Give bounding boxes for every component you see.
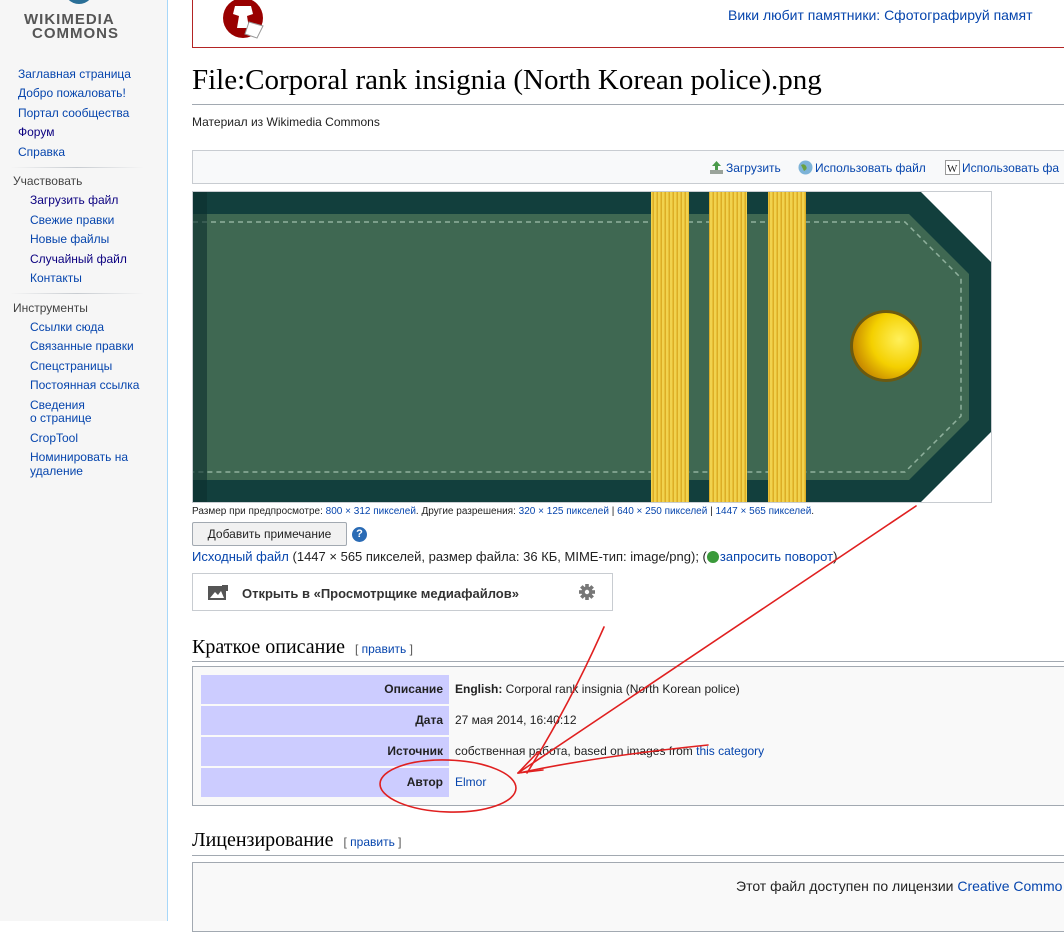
media-viewer-settings-button[interactable] — [563, 573, 613, 611]
license-box: Этот файл доступен по лицензии Creative … — [192, 862, 1064, 932]
license-text-prefix: Этот файл доступен по лицензии — [736, 878, 958, 894]
description-value: English: Corporal rank insignia (North K… — [455, 675, 740, 704]
nav-new-files[interactable]: Новые файлы — [30, 233, 109, 246]
edit-bracket-close: ] — [406, 642, 413, 656]
toolbar-upload-label: Загрузить — [726, 161, 781, 175]
nav-nominate-deletion[interactable]: Номинировать на — [30, 451, 128, 464]
file-information-table: Описание English: Corporal rank insignia… — [192, 666, 1064, 806]
resolution-separator: | — [608, 506, 618, 517]
source-category-link[interactable]: this category — [696, 744, 764, 758]
original-close-paren: ) — [833, 549, 838, 564]
open-media-viewer-button[interactable]: Открыть в «Просмотрщике медиафайлов» — [192, 573, 564, 611]
wikipedia-icon: W — [945, 160, 960, 175]
sidebar: WIKIMEDIA COMMONS Заглавная страница Доб… — [0, 0, 168, 921]
summary-heading: Краткое описание [ править ] — [192, 636, 413, 659]
title-divider — [192, 104, 1064, 105]
nav-random-file[interactable]: Случайный файл — [30, 253, 127, 266]
resolution-link-640[interactable]: 640 × 250 пикселей — [617, 506, 707, 517]
toolbar-use-file[interactable]: Использовать файл — [798, 160, 926, 175]
nav-community-portal[interactable]: Портал сообщества — [18, 107, 129, 120]
commons-globe-icon — [64, 0, 94, 4]
nav-croptool[interactable]: CropTool — [30, 432, 78, 445]
date-key: Дата — [201, 706, 449, 735]
summary-heading-text: Краткое описание — [192, 636, 345, 658]
file-resolution-info: Размер при предпросмотре: 800 × 312 пикс… — [192, 506, 814, 517]
globe-icon — [798, 160, 813, 175]
resolution-link-1447[interactable]: 1447 × 565 пикселей — [715, 506, 811, 517]
help-icon[interactable]: ? — [352, 527, 367, 542]
nav-page-info-line2[interactable]: о странице — [30, 412, 92, 425]
author-key: Автор — [201, 768, 449, 797]
corporal-insignia-graphic — [193, 192, 991, 502]
nav-welcome[interactable]: Добро пожаловать! — [18, 87, 126, 100]
author-link[interactable]: Elmor — [455, 775, 486, 789]
nav-forum[interactable]: Форум — [18, 126, 54, 139]
request-rotation-link[interactable]: запросить поворот — [720, 549, 833, 564]
banner-link[interactable]: Вики любит памятники: Сфотографируй памя… — [728, 7, 1033, 23]
nav-recent-changes[interactable]: Свежие правки — [30, 214, 114, 227]
section-divider — [192, 855, 1064, 856]
nav-help[interactable]: Справка — [18, 146, 65, 159]
licensing-edit-section: [ править ] — [344, 835, 402, 849]
add-annotation-button[interactable]: Добавить примечание — [192, 522, 347, 546]
image-icon — [208, 585, 228, 600]
rotate-icon — [706, 551, 719, 563]
wikimedia-commons-logo[interactable]: WIKIMEDIA COMMONS — [18, 0, 138, 42]
original-file-details: (1447 × 565 пикселей, размер файла: 36 К… — [288, 549, 707, 564]
tools-heading: Инструменты — [13, 301, 88, 315]
toolbar-use-file-label: Использовать файл — [815, 161, 926, 175]
nav-permanent-link[interactable]: Постоянная ссылка — [30, 379, 139, 392]
media-viewer-label: Открыть в «Просмотрщике медиафайлов» — [242, 586, 519, 601]
svg-text:W: W — [947, 163, 958, 175]
wiki-loves-monuments-icon — [223, 0, 264, 39]
description-lang-label: English: — [455, 682, 503, 696]
nav-special-pages[interactable]: Спецстраницы — [30, 360, 112, 373]
licensing-edit-link[interactable]: править — [350, 835, 395, 849]
nav-what-links-here[interactable]: Ссылки сюда — [30, 321, 104, 334]
source-key: Источник — [201, 737, 449, 766]
source-value: собственная работа, based on images from… — [455, 737, 764, 766]
description-text: Corporal rank insignia (North Korean pol… — [502, 682, 740, 696]
description-key: Описание — [201, 675, 449, 704]
nav-upload-file[interactable]: Загрузить файл — [30, 194, 118, 207]
nav-contact[interactable]: Контакты — [30, 272, 82, 285]
page-title: File:Corporal rank insignia (North Korea… — [192, 64, 822, 96]
license-text: Этот файл доступен по лицензии Creative … — [736, 878, 1062, 894]
nav-nominate-deletion-line2[interactable]: удаление — [30, 465, 83, 478]
gear-icon — [579, 584, 595, 600]
upload-icon — [710, 161, 723, 174]
preview-size-label: Размер при предпросмотре: — [192, 506, 323, 517]
file-toolbar: Загрузить Использовать файл W Использова… — [192, 150, 1064, 184]
preview-size-link[interactable]: 800 × 312 пикселей — [326, 506, 416, 517]
nav-related-changes[interactable]: Связанные правки — [30, 340, 134, 353]
participate-heading: Участвовать — [13, 174, 83, 188]
toolbar-upload[interactable]: Загрузить — [709, 160, 781, 175]
section-divider — [192, 661, 1064, 662]
file-preview-image[interactable] — [192, 191, 992, 503]
other-res-label: . Другие разрешения: — [415, 506, 516, 517]
source-text: собственная работа, based on images from — [455, 744, 697, 758]
edit-bracket-close: ] — [394, 835, 402, 849]
resolution-end: . — [811, 506, 815, 517]
licensing-heading: Лицензирование [ править ] — [192, 829, 402, 852]
date-value: 27 мая 2014, 16:40:12 — [455, 713, 577, 727]
resolution-link-320[interactable]: 320 × 125 пикселей — [519, 506, 609, 517]
summary-edit-section: [ править ] — [355, 642, 413, 656]
toolbar-use-file-wiki[interactable]: W Использовать фа — [945, 160, 1059, 175]
site-subtitle: Материал из Wikimedia Commons — [192, 115, 380, 129]
nav-main-page[interactable]: Заглавная страница — [18, 68, 131, 81]
toolbar-use-file-wiki-label: Использовать фа — [962, 161, 1060, 175]
nav-separator — [10, 293, 144, 294]
summary-edit-link[interactable]: править — [362, 642, 407, 656]
original-file-link[interactable]: Исходный файл — [192, 549, 289, 564]
licensing-heading-text: Лицензирование — [192, 829, 334, 851]
original-file-line: Исходный файл (1447 × 565 пикселей, разм… — [192, 549, 837, 564]
author-value: Elmor — [455, 768, 486, 797]
logo-line2: COMMONS — [32, 25, 119, 42]
nav-separator — [10, 167, 144, 168]
campaign-banner: Вики любит памятники: Сфотографируй памя… — [192, 0, 1064, 48]
edit-bracket-open: [ — [354, 642, 362, 656]
creative-commons-link[interactable]: Creative Commo — [957, 878, 1062, 894]
